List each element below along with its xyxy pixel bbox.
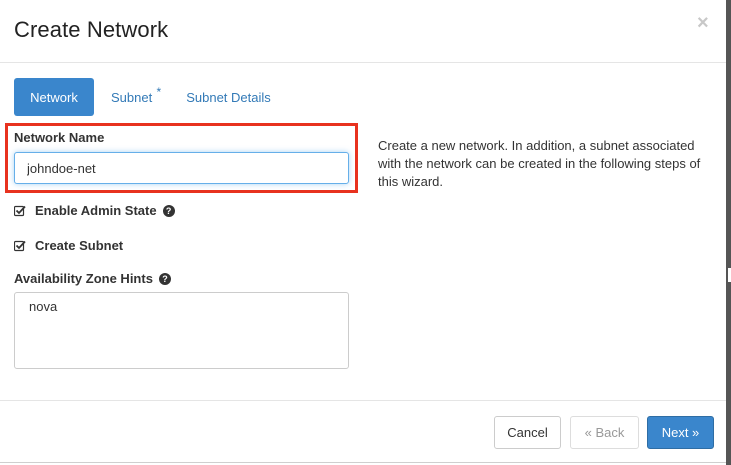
list-item[interactable]: nova [29, 299, 334, 314]
checkbox-checked-icon [13, 205, 26, 217]
tab-subnet[interactable]: Subnet * [96, 78, 167, 116]
tab-subnet-label: Subnet [111, 89, 153, 105]
tab-network[interactable]: Network [14, 78, 94, 116]
cancel-button[interactable]: Cancel [494, 416, 561, 449]
required-marker: * [156, 85, 162, 99]
modal-header: Create Network × [0, 0, 726, 63]
question-circle-icon[interactable]: ? [162, 204, 175, 217]
modal-footer: Cancel « Back Next » [0, 400, 726, 465]
create-network-modal: Create Network × Network Subnet * Subnet… [0, 0, 729, 463]
enable-admin-state-checkbox[interactable]: Enable Admin State ? [13, 203, 175, 218]
tab-subnet-details-label: Subnet Details [186, 89, 271, 105]
enable-admin-state-label: Enable Admin State [35, 203, 157, 218]
back-button[interactable]: « Back [570, 416, 639, 449]
modal-title: Create Network [14, 17, 169, 42]
create-subnet-checkbox[interactable]: Create Subnet [13, 238, 124, 253]
tab-network-label: Network [30, 89, 78, 105]
wizard-tabs: Network Subnet * Subnet Details [14, 78, 286, 116]
next-button[interactable]: Next » [647, 416, 714, 449]
tab-subnet-details[interactable]: Subnet Details [171, 78, 286, 116]
availability-zone-hints-select[interactable]: nova [14, 292, 349, 369]
availability-zone-hints-label: Availability Zone Hints ? [14, 271, 171, 286]
checkbox-checked-icon [13, 240, 26, 252]
close-icon[interactable]: × [697, 12, 709, 34]
window-edge [726, 0, 731, 465]
question-circle-icon[interactable]: ? [158, 272, 171, 285]
create-subnet-label: Create Subnet [35, 238, 124, 253]
help-text: Create a new network. In addition, a sub… [378, 138, 701, 189]
network-name-input[interactable] [14, 152, 349, 184]
network-name-label: Network Name [14, 130, 105, 145]
availability-zone-hints-text: Availability Zone Hints [14, 271, 153, 286]
